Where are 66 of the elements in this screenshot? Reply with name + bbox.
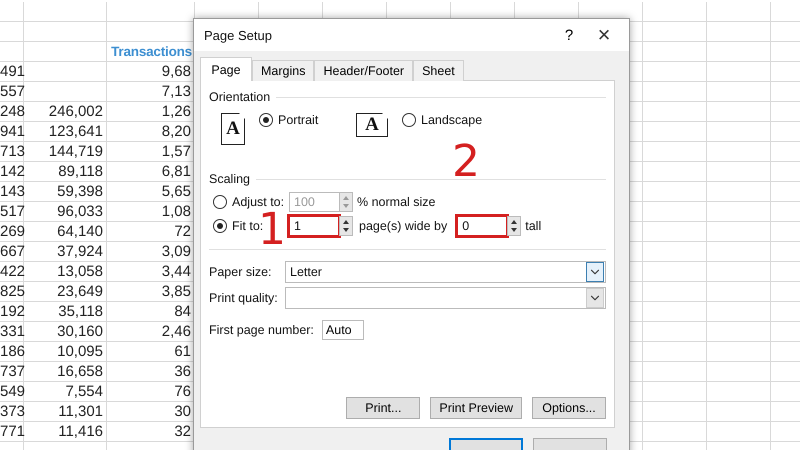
table-cell: 248 xyxy=(0,102,24,121)
table-cell: 13,058 xyxy=(24,262,107,281)
step-number: 2 xyxy=(452,140,480,184)
table-cell: 142 xyxy=(0,162,24,181)
table-cell: 186 xyxy=(0,342,24,361)
paper-size-dropdown[interactable]: Letter xyxy=(285,261,606,283)
group-label: Orientation xyxy=(209,90,270,104)
table-cell: 557 xyxy=(0,82,24,101)
paper-size-label: Paper size: xyxy=(209,265,273,279)
help-button[interactable]: ? xyxy=(549,26,589,44)
orientation-radio[interactable]: Portrait xyxy=(259,113,318,127)
pages-tall-spin-field[interactable]: 0 xyxy=(457,216,508,236)
table-cell: 192 xyxy=(0,302,24,321)
tab[interactable]: Header/Footer xyxy=(314,60,414,81)
pages-tall-suffix: tall xyxy=(525,219,542,233)
table-cell: 549 xyxy=(0,382,24,401)
table-cell: 144,719 xyxy=(24,142,107,161)
table-cell: 11,301 xyxy=(24,402,107,421)
table-cell: 373 xyxy=(0,402,24,421)
dialog-button[interactable]: Print Preview xyxy=(430,397,522,419)
table-cell: 23,649 xyxy=(24,282,107,301)
table-cell: 7,554 xyxy=(24,382,107,401)
pages-wide-suffix: page(s) wide by xyxy=(359,219,448,233)
tab[interactable]: Page xyxy=(200,57,252,81)
table-cell: 10,095 xyxy=(24,342,107,361)
table-cell: 11,416 xyxy=(24,422,107,441)
table-cell: 246,002 xyxy=(24,102,107,121)
dialog-title: Page Setup xyxy=(204,28,273,42)
table-cell: 422 xyxy=(0,262,24,281)
print-quality-label: Print quality: xyxy=(209,291,279,305)
table-cell: 941 xyxy=(0,122,24,141)
pages-wide-spin-field[interactable]: 1 xyxy=(289,216,339,236)
table-cell: 123,641 xyxy=(24,122,107,141)
dialog-button[interactable]: Options... xyxy=(532,397,606,419)
tab[interactable]: Sheet xyxy=(413,60,464,81)
table-cell: 64,140 xyxy=(24,222,107,241)
table-cell: 37,924 xyxy=(24,242,107,261)
dialog-button[interactable]: Print... xyxy=(346,397,420,419)
table-cell: 517 xyxy=(0,202,24,221)
table-cell: 491 xyxy=(0,62,24,81)
table-cell: 331 xyxy=(0,322,24,341)
table-cell: 269 xyxy=(0,222,24,241)
first-page-number-label: First page number: xyxy=(209,323,314,337)
fit-radio[interactable]: Fit to: xyxy=(213,219,264,233)
group-label: Scaling xyxy=(209,172,250,186)
table-cell: 89,118 xyxy=(24,162,107,181)
table-cell: 143 xyxy=(0,182,24,201)
close-button[interactable]: × xyxy=(589,24,619,46)
table-cell: 30,160 xyxy=(24,322,107,341)
table-cell: 16,658 xyxy=(24,362,107,381)
orientation-radio[interactable]: Landscape xyxy=(402,113,482,127)
page-letter-icon: A xyxy=(221,113,245,145)
page-letter-icon: A xyxy=(356,113,388,137)
caret-icon[interactable] xyxy=(586,262,604,282)
table-cell: 737 xyxy=(0,362,24,381)
table-cell: 771 xyxy=(0,422,24,441)
percent-suffix: % normal size xyxy=(357,195,436,209)
table-cell: 59,398 xyxy=(24,182,107,201)
table-cell: 713 xyxy=(0,142,24,161)
caret-icon[interactable] xyxy=(586,288,604,308)
table-cell: 35,118 xyxy=(24,302,107,321)
tab[interactable]: Margins xyxy=(252,60,314,81)
table-cell: 96,033 xyxy=(24,202,107,221)
table-cell: 825 xyxy=(0,282,24,301)
first-page-number-field[interactable]: Auto xyxy=(322,320,364,340)
table-cell: 667 xyxy=(0,242,24,261)
